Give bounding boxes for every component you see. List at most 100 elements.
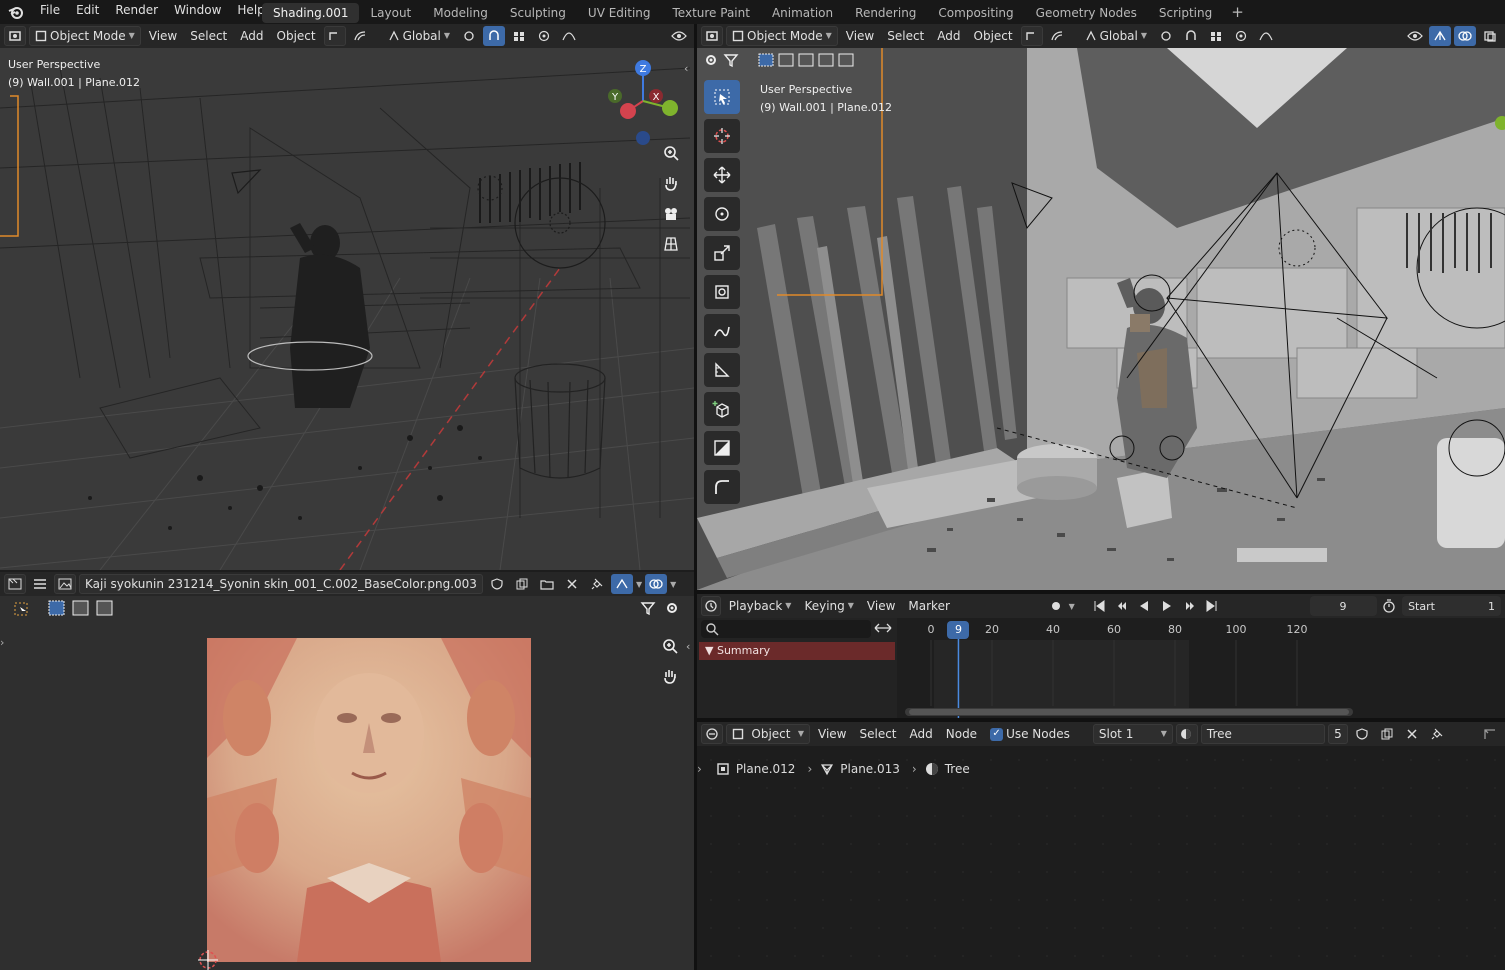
visibility-icon[interactable] (668, 26, 690, 46)
annotate-tool-icon[interactable] (704, 314, 740, 348)
menu-keying[interactable]: Keying ▼ (799, 596, 858, 616)
blender-logo-icon[interactable] (0, 0, 32, 24)
mode-select[interactable]: Object Mode ▼ (29, 26, 141, 46)
pan-hand-icon[interactable] (659, 171, 683, 195)
tab-texture-paint[interactable]: Texture Paint (662, 3, 761, 23)
editor-type-icon[interactable] (701, 26, 723, 46)
falloff-icon[interactable] (1255, 26, 1277, 46)
current-frame-field[interactable]: 9 (1309, 596, 1377, 616)
slot-select[interactable]: Slot 1 ▼ (1092, 724, 1173, 744)
editor-type-icon[interactable] (701, 596, 721, 616)
image-browse-icon[interactable] (54, 574, 76, 594)
menu-window[interactable]: Window (166, 0, 229, 24)
add-cube-tool-icon[interactable] (704, 392, 740, 426)
2d-cursor-icon[interactable] (196, 948, 220, 970)
proportional-edit-icon[interactable] (1230, 26, 1252, 46)
record-icon[interactable] (1046, 596, 1066, 616)
menu-view[interactable]: View (862, 596, 900, 616)
menu-node[interactable]: Node (941, 724, 982, 744)
menu-edit[interactable]: Edit (68, 0, 107, 24)
gizmo-toggle-icon[interactable] (1429, 26, 1451, 46)
menu-add[interactable]: Add (235, 26, 268, 46)
xray-icon[interactable] (1479, 26, 1501, 46)
overlay-toggle-icon[interactable] (1454, 26, 1476, 46)
menu-view[interactable]: View (144, 26, 182, 46)
jump-start-icon[interactable] (1090, 596, 1110, 616)
zoom-icon[interactable] (659, 141, 683, 165)
zoom-icon[interactable] (658, 634, 682, 658)
shader-type-select[interactable]: Object ▼ (726, 724, 810, 744)
fake-user-shield-icon[interactable] (486, 574, 508, 594)
menu-select[interactable]: Select (882, 26, 929, 46)
prev-keyframe-icon[interactable] (1112, 596, 1132, 616)
editor-type-icon[interactable] (701, 724, 723, 744)
expand-triangle-icon[interactable]: ▼ (705, 644, 713, 657)
menu-add[interactable]: Add (905, 724, 938, 744)
left-3d-viewport[interactable]: User Perspective (9) Wall.001 | Plane.01… (0, 48, 694, 570)
breadcrumb-object[interactable]: Plane.012 (716, 762, 795, 776)
tab-uv-editing[interactable]: UV Editing (577, 3, 662, 23)
material-users-count[interactable]: 5 (1327, 724, 1348, 744)
grid-view-icon[interactable] (659, 232, 683, 256)
tab-modeling[interactable]: Modeling (422, 3, 499, 23)
move-tool-icon[interactable] (704, 158, 740, 192)
material-browse-icon[interactable] (1175, 724, 1198, 744)
select-box-tool-icon[interactable] (704, 80, 740, 114)
pan-hand-icon[interactable] (658, 664, 682, 688)
use-nodes-checkbox[interactable]: ✓ Use Nodes (985, 724, 1075, 744)
snap-target-icon[interactable] (1205, 26, 1227, 46)
parent-node-tree-icon[interactable] (1479, 724, 1501, 744)
tab-geometry-nodes[interactable]: Geometry Nodes (1025, 3, 1148, 23)
snap-icon[interactable] (1020, 26, 1043, 46)
shear-tool-icon[interactable] (704, 431, 740, 465)
menu-object[interactable]: Object (969, 26, 1018, 46)
search-input[interactable] (701, 620, 871, 638)
snap-toggle-icon[interactable] (483, 26, 506, 46)
menu-add[interactable]: Add (932, 26, 965, 46)
pivot-icon[interactable] (1155, 26, 1177, 46)
sidebar-toggle-icon[interactable]: › (697, 762, 702, 776)
next-keyframe-icon[interactable] (1180, 596, 1200, 616)
selection-mode-icons[interactable] (757, 52, 855, 71)
transform-orientation-select[interactable]: Global ▼ (1080, 26, 1152, 46)
start-frame-field[interactable]: Start 1 (1402, 596, 1502, 616)
transform-tool-icon[interactable] (704, 275, 740, 309)
duplicate-icon[interactable] (511, 574, 533, 594)
gear-icon[interactable] (664, 600, 680, 619)
pin-icon[interactable] (586, 574, 608, 594)
close-icon[interactable] (1401, 724, 1423, 744)
mode-select[interactable]: Object Mode ▼ (726, 26, 838, 46)
menu-marker[interactable]: Marker (903, 596, 954, 616)
editor-type-icon[interactable] (4, 26, 26, 46)
tab-shading[interactable]: Shading.001 (262, 3, 360, 23)
snap-icon[interactable] (323, 26, 346, 46)
sidebar-toggle-icon[interactable]: ‹ (686, 640, 690, 653)
hamburger-menu-icon[interactable] (29, 574, 51, 594)
camera-icon[interactable] (659, 202, 683, 226)
jump-end-icon[interactable] (1202, 596, 1222, 616)
image-name-field[interactable]: Kaji syokunin 231214_Syonin skin_001_C.0… (79, 574, 483, 594)
image-editor-canvas[interactable]: › ‹ (0, 596, 694, 970)
editor-type-icon[interactable] (4, 574, 26, 594)
scale-tool-icon[interactable] (704, 236, 740, 270)
current-frame-indicator[interactable]: 9 (947, 621, 970, 639)
breadcrumb-material[interactable]: Tree (925, 762, 970, 776)
cursor-tool-icon[interactable] (704, 119, 740, 153)
tab-sculpting[interactable]: Sculpting (499, 3, 577, 23)
transform-orientation-select[interactable]: Global ▼ (383, 26, 455, 46)
tab-animation[interactable]: Animation (761, 3, 844, 23)
overlay-toggle-icon[interactable] (645, 574, 668, 594)
add-workspace-icon[interactable]: + (1223, 3, 1252, 21)
proportional-icon[interactable] (1046, 26, 1068, 46)
fake-user-shield-icon[interactable] (1351, 724, 1373, 744)
uv-select-mode-icons[interactable] (12, 600, 114, 619)
duplicate-icon[interactable] (1376, 724, 1398, 744)
navigation-gizmo[interactable]: Z X Y (598, 56, 688, 146)
sidebar-toggle-icon[interactable]: ‹ (684, 62, 688, 75)
menu-file[interactable]: File (32, 0, 68, 24)
measure-tool-icon[interactable] (704, 353, 740, 387)
close-icon[interactable] (561, 574, 583, 594)
snap-target-icon[interactable] (508, 26, 530, 46)
menu-object[interactable]: Object (272, 26, 321, 46)
summary-channel[interactable]: ▼ Summary (699, 642, 895, 660)
